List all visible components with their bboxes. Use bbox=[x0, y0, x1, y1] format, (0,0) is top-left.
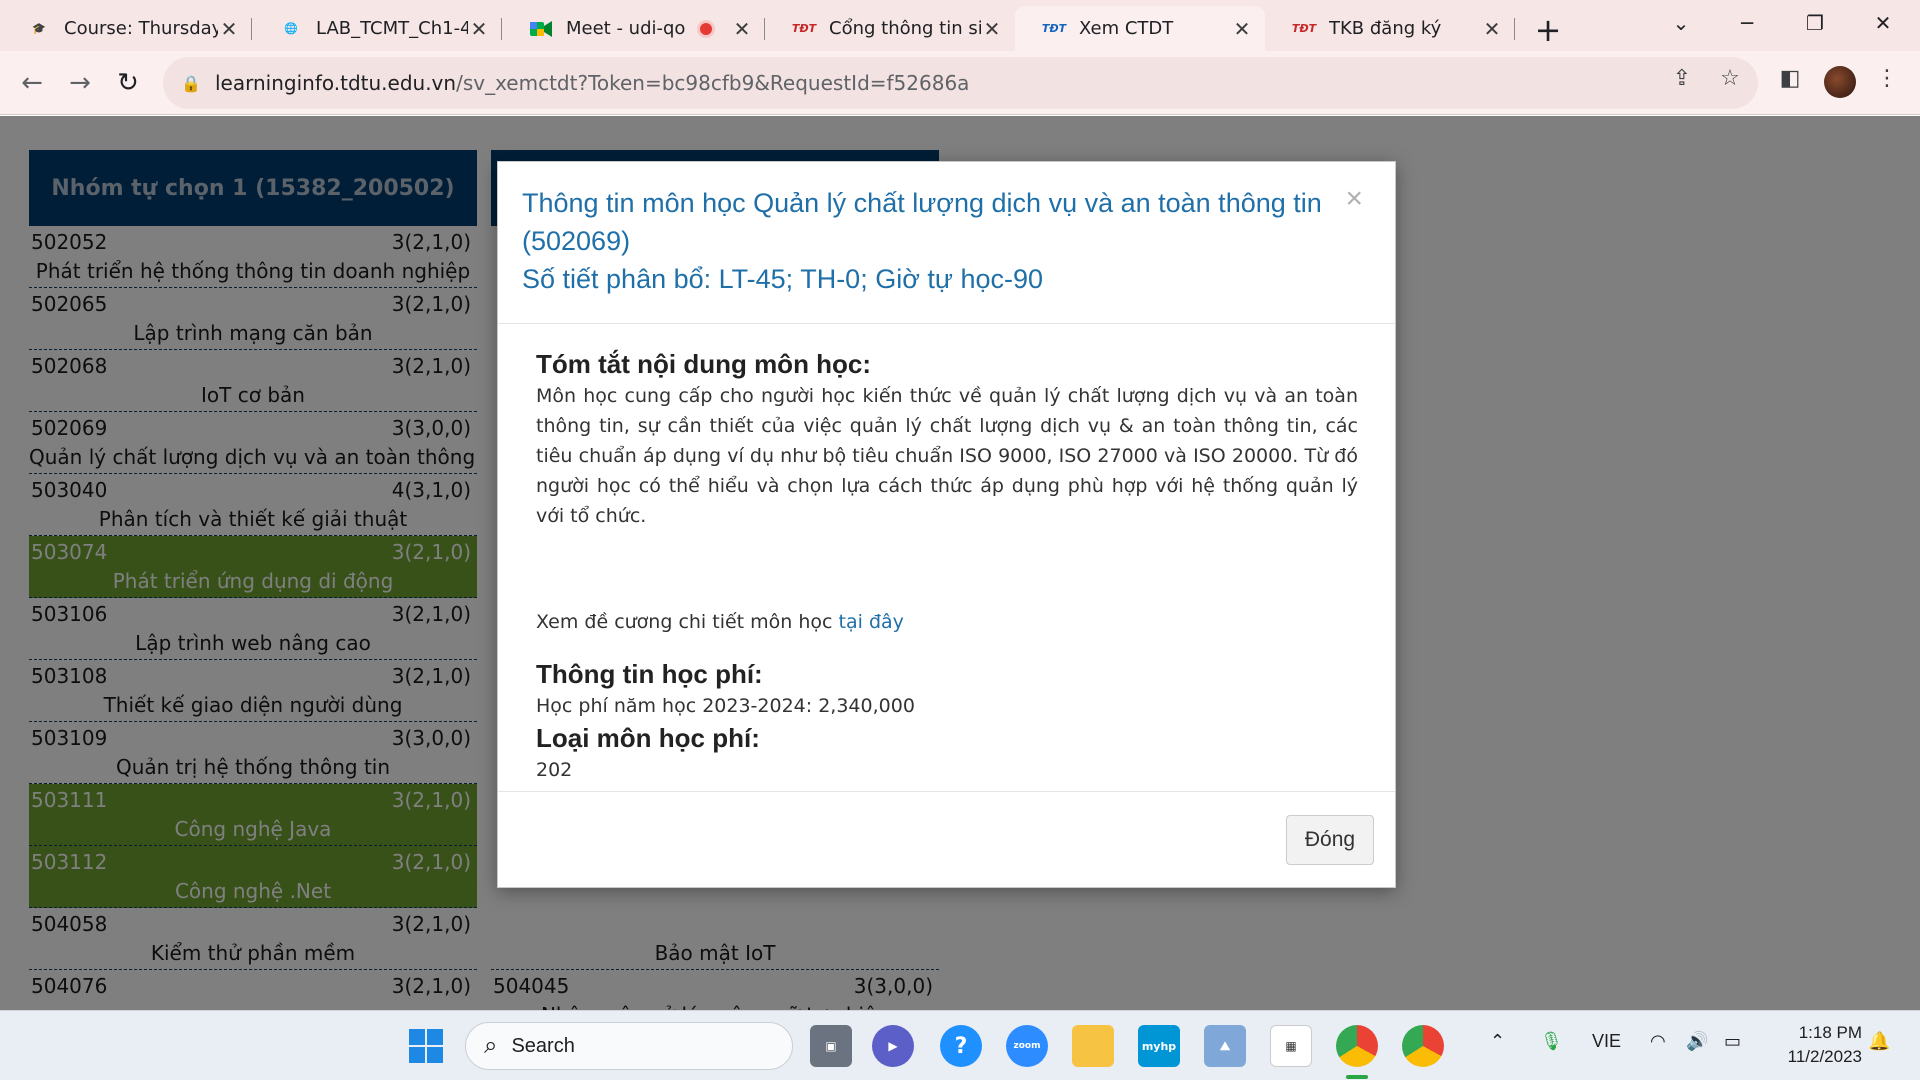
fee-type-heading: Loại môn học phí: bbox=[536, 723, 760, 753]
fee-heading: Thông tin học phí: bbox=[536, 659, 763, 689]
browser-tab[interactable]: 🌐 LAB_TCMT_Ch1-4.p ✕ bbox=[252, 6, 502, 51]
bookmark-star-icon[interactable]: ☆ bbox=[1716, 64, 1744, 92]
close-tab-icon[interactable]: ✕ bbox=[1481, 17, 1503, 41]
summary-text: Môn học cung cấp cho người học kiến thức… bbox=[536, 385, 1358, 527]
tab-title: Course: Thursday K bbox=[64, 18, 218, 39]
restore-button[interactable]: ❐ bbox=[1786, 6, 1844, 40]
photos-icon[interactable]: ⛰ bbox=[1204, 1025, 1246, 1067]
menu-icon[interactable]: ⋮ bbox=[1873, 64, 1901, 92]
close-tab-icon[interactable]: ✕ bbox=[1231, 17, 1253, 41]
tab-title: Meet - udi-qo bbox=[566, 18, 686, 39]
wifi-icon[interactable]: ◠ bbox=[1650, 1031, 1666, 1052]
share-icon[interactable]: ⇪ bbox=[1668, 64, 1696, 92]
close-tab-icon[interactable]: ✕ bbox=[731, 17, 753, 41]
close-tab-icon[interactable]: ✕ bbox=[218, 17, 240, 41]
close-tab-icon[interactable]: ✕ bbox=[468, 17, 490, 41]
tab-search-button[interactable]: ⌄ bbox=[1652, 6, 1710, 40]
microsoft-store-icon[interactable]: ▦ bbox=[1270, 1025, 1312, 1067]
active-app-indicator bbox=[1346, 1075, 1368, 1079]
tab-title: LAB_TCMT_Ch1-4.p bbox=[316, 18, 468, 39]
zoom-icon[interactable]: zoom bbox=[1006, 1025, 1048, 1067]
tdtu-icon: TĐT bbox=[1041, 22, 1067, 35]
show-hidden-icons[interactable]: ⌃ bbox=[1490, 1031, 1505, 1052]
close-tab-icon[interactable]: ✕ bbox=[981, 17, 1003, 41]
tab-strip: 🎓 Course: Thursday K ✕ 🌐 LAB_TCMT_Ch1-4.… bbox=[0, 0, 1920, 51]
moodle-icon: 🎓 bbox=[32, 22, 46, 35]
clock-time: 1:18 PM bbox=[1798, 1023, 1862, 1042]
globe-icon: 🌐 bbox=[284, 22, 298, 35]
forward-button[interactable]: → bbox=[62, 65, 98, 101]
modal-title: Thông tin môn học Quản lý chất lượng dịc… bbox=[522, 188, 1322, 256]
close-icon[interactable]: × bbox=[1345, 182, 1363, 216]
tdtu-icon: TĐT bbox=[791, 22, 817, 35]
new-tab-button[interactable]: + bbox=[1530, 11, 1566, 49]
myhp-icon[interactable]: myhp bbox=[1138, 1025, 1180, 1067]
battery-icon[interactable]: ▭ bbox=[1724, 1031, 1741, 1052]
recording-icon bbox=[697, 19, 715, 38]
close-button[interactable]: Đóng bbox=[1286, 815, 1374, 865]
browser-tab[interactable]: 🎓 Course: Thursday K ✕ bbox=[0, 6, 252, 51]
close-window-button[interactable]: ✕ bbox=[1854, 6, 1912, 40]
address-bar[interactable]: 🔒 learninginfo.tdtu.edu.vn/sv_xemctdt?To… bbox=[163, 57, 1758, 109]
browser-tab-active[interactable]: TĐT Xem CTDT ✕ bbox=[1015, 6, 1265, 51]
browser-tab[interactable]: TĐT TKB đăng ký ✕ bbox=[1265, 6, 1515, 51]
search-icon: ⌕ bbox=[484, 1032, 498, 1059]
teams-chat-icon[interactable]: ▶ bbox=[872, 1025, 914, 1067]
reload-button[interactable]: ↻ bbox=[110, 65, 146, 101]
language-indicator[interactable]: VIE bbox=[1592, 1031, 1621, 1052]
taskbar-search[interactable]: ⌕ Search bbox=[465, 1022, 793, 1070]
url-path: /sv_xemctdt?Token=bc98cfb9&RequestId=f52… bbox=[456, 71, 970, 95]
notification-bell-icon[interactable]: 🔔 bbox=[1868, 1031, 1890, 1052]
clock-date: 11/2/2023 bbox=[1787, 1047, 1862, 1066]
file-explorer-icon[interactable] bbox=[1072, 1025, 1114, 1067]
tab-title: Xem CTDT bbox=[1079, 18, 1174, 39]
chrome-icon[interactable] bbox=[1336, 1025, 1378, 1067]
tdtu-icon: TĐT bbox=[1291, 22, 1317, 35]
minimize-button[interactable]: ─ bbox=[1718, 6, 1776, 40]
search-label: Search bbox=[511, 1034, 575, 1057]
side-panel-icon[interactable]: ◧ bbox=[1776, 64, 1804, 92]
syllabus-link[interactable]: tại đây bbox=[839, 611, 904, 633]
syllabus-line: Xem đề cương chi tiết môn học tại đây bbox=[536, 607, 1358, 637]
windows-taskbar: ⌕ Search ▣ ▶ ? zoom myhp ⛰ ▦ ⌃ 🎙 VIE ◠ 🔊… bbox=[0, 1010, 1920, 1080]
tab-title: Cổng thông tin sin bbox=[829, 18, 981, 39]
summary-heading: Tóm tắt nội dung môn học: bbox=[536, 349, 872, 379]
volume-icon[interactable]: 🔊 bbox=[1686, 1031, 1708, 1052]
browser-tab[interactable]: Meet - udi-qo ✕ bbox=[502, 6, 765, 51]
url-domain: learninginfo.tdtu.edu.vn bbox=[215, 71, 457, 95]
task-view-icon[interactable]: ▣ bbox=[810, 1025, 852, 1067]
modal-header: Thông tin môn học Quản lý chất lượng dịc… bbox=[498, 162, 1395, 324]
windows-start-icon[interactable] bbox=[405, 1025, 447, 1067]
fee-type-value: 202 bbox=[536, 759, 573, 781]
modal-subtitle: Số tiết phân bổ: LT-45; TH-0; Giờ tự học… bbox=[522, 264, 1044, 294]
help-icon[interactable]: ? bbox=[940, 1025, 982, 1067]
tab-title: TKB đăng ký bbox=[1329, 18, 1442, 39]
course-info-modal: Thông tin môn học Quản lý chất lượng dịc… bbox=[497, 161, 1396, 888]
microphone-icon[interactable]: 🎙 bbox=[1540, 1031, 1563, 1052]
profile-avatar[interactable] bbox=[1824, 66, 1856, 98]
fee-text: Học phí năm học 2023-2024: 2,340,000 bbox=[536, 695, 915, 717]
lock-icon[interactable]: 🔒 bbox=[181, 74, 201, 93]
clock[interactable]: 1:18 PM 11/2/2023 bbox=[1762, 1021, 1862, 1069]
back-button[interactable]: ← bbox=[14, 65, 50, 101]
browser-tab[interactable]: TĐT Cổng thông tin sin ✕ bbox=[765, 6, 1015, 51]
meet-icon bbox=[530, 18, 552, 40]
modal-footer: Đóng bbox=[498, 791, 1395, 887]
modal-body: Tóm tắt nội dung môn học: Môn học cung c… bbox=[536, 347, 1358, 785]
browser-toolbar: ← → ↻ 🔒 learninginfo.tdtu.edu.vn/sv_xemc… bbox=[0, 51, 1920, 115]
chrome-profile-icon[interactable] bbox=[1402, 1025, 1444, 1067]
syllabus-text: Xem đề cương chi tiết môn học bbox=[536, 611, 833, 633]
